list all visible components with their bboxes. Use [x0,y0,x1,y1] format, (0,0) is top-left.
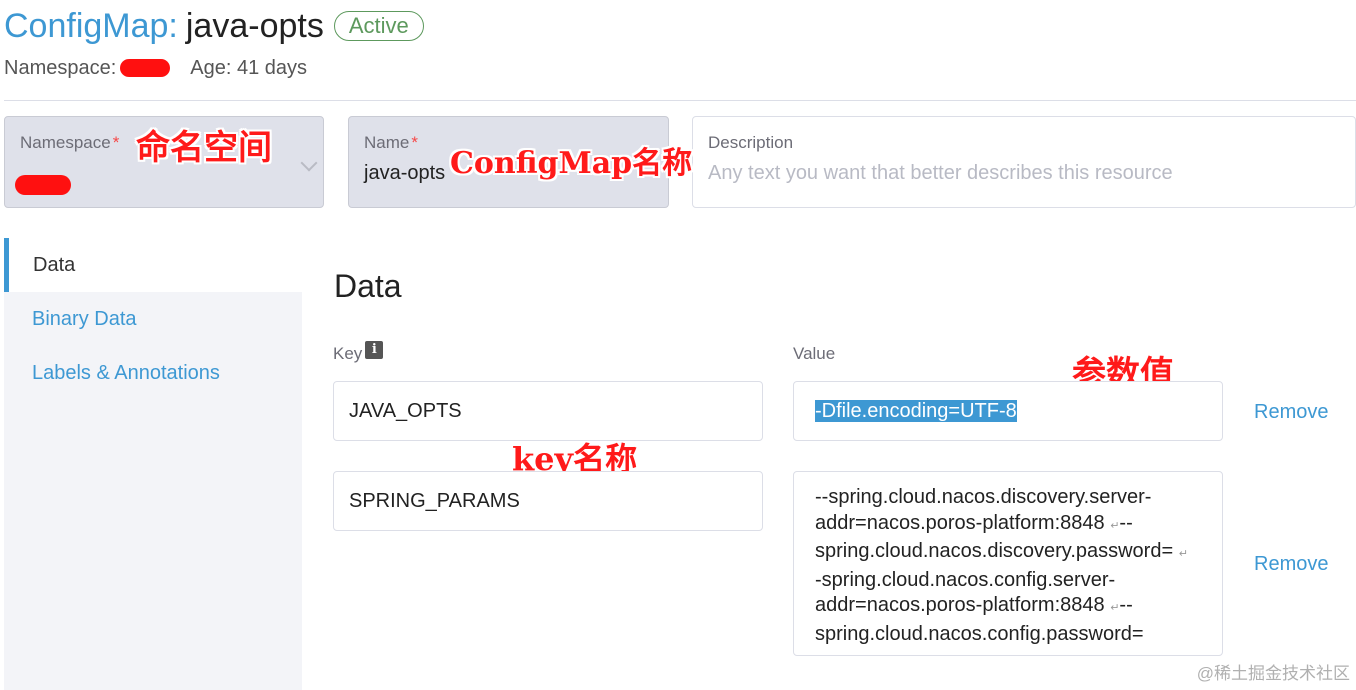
remove-button[interactable]: Remove [1254,401,1328,424]
info-icon[interactable]: i [365,341,384,359]
namespace-label-text: Namespace [20,133,111,152]
title-row: ConfigMap: java-opts Active [4,4,1356,48]
namespace-label: Namespace: [4,56,117,79]
status-badge: Active [333,11,424,41]
value-line-text: -- [1119,511,1133,534]
newline-icon: ↵ [1178,548,1188,561]
annotation-configmap-name: ConfigMap名称 [450,146,693,181]
value-line: --spring.cloud.nacos.discovery.server- [815,486,1152,508]
value-column-label: Value [793,344,836,363]
resource-name: java-opts [185,6,324,45]
value-line-text: addr=nacos.poros-platform:8848 [815,511,1105,534]
redaction-mark [120,59,171,77]
value-line-text: addr=nacos.poros-platform:8848 [815,594,1105,617]
age-label: Age: 41 days [190,56,308,79]
value-line: addr=nacos.poros-platform:8848 ↵-- [815,511,1201,540]
value-line-text: -- [1119,594,1133,617]
description-placeholder: Any text you want that better describes … [708,162,1173,184]
description-label: Description [708,133,794,152]
chevron-down-icon[interactable] [300,154,318,172]
sidebar-item-data[interactable]: Data [4,238,302,292]
page-header: ConfigMap: java-opts Active Namespace: A… [4,4,1356,100]
key-input[interactable]: JAVA_OPTS [333,381,763,441]
value-line: addr=nacos.poros-platform:8848 ↵-- [815,593,1201,622]
sidebar: Data Binary Data Labels & Annotations [4,238,302,690]
name-label-text: Name [364,133,410,152]
key-value-text: JAVA_OPTS [349,399,462,422]
value-text: -Dfile.encoding=UTF-8 [794,399,1017,423]
sidebar-item-labels-annotations[interactable]: Labels & Annotations [4,346,302,400]
required-mark: * [411,133,418,152]
resource-kind-link[interactable]: ConfigMap: [4,7,178,46]
selected-text: -Dfile.encoding=UTF-8 [815,399,1017,422]
value-line: spring.cloud.nacos.discovery.password= ↵ [815,539,1201,568]
value-line-text: spring.cloud.nacos.discovery.password= [815,540,1174,563]
value-line: spring.cloud.nacos.config.password= [815,622,1144,645]
remove-button[interactable]: Remove [1254,553,1328,576]
key-input[interactable]: SPRING_PARAMS [333,471,763,531]
description-input[interactable]: Description Any text you want that bette… [692,116,1356,208]
annotation-namespace: 命名空间 [136,128,272,168]
required-mark: * [112,133,120,152]
key-label-text: Key [333,344,363,363]
key-column-label: Key i [333,341,384,364]
key-value-text: SPRING_PARAMS [349,489,520,512]
sidebar-item-binary-data[interactable]: Binary Data [4,292,302,346]
value-line: -spring.cloud.nacos.config.server- [815,568,1116,591]
header-divider [4,100,1356,101]
meta-row: Namespace: Age: 41 days [4,48,1356,88]
redaction-mark [15,175,71,195]
value-input[interactable]: -Dfile.encoding=UTF-8 [793,381,1223,441]
watermark: @稀土掘金技术社区 [1196,664,1350,683]
section-title: Data [334,268,402,304]
value-textarea[interactable]: --spring.cloud.nacos.discovery.server- a… [793,471,1223,656]
